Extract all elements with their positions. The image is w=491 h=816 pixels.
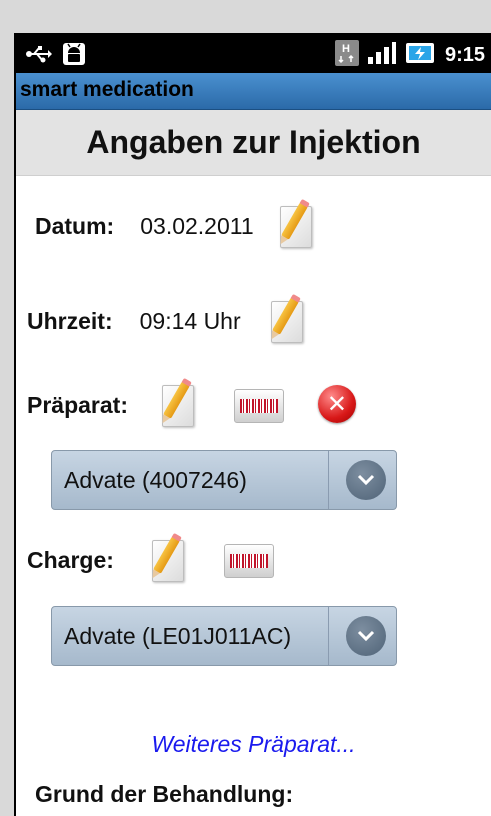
barcode-icon: [233, 389, 284, 423]
signal-icon: [367, 41, 397, 70]
batch-row: Charge:: [27, 536, 274, 584]
scan-preparation-button[interactable]: [232, 381, 284, 429]
barcode-icon: [223, 544, 274, 578]
preparation-label: Präparat:: [27, 391, 128, 418]
app-title: smart medication: [20, 78, 194, 101]
chevron-down-icon[interactable]: [346, 616, 386, 656]
preparation-selected-value: Advate (4007246): [64, 467, 247, 493]
time-label: Uhrzeit:: [27, 307, 113, 334]
status-bar: H 9:15: [16, 35, 491, 73]
time-value: 09:14 Uhr: [139, 307, 241, 334]
preparation-row: Präparat: ✕: [27, 381, 360, 429]
hspa-icon: H: [334, 40, 359, 71]
svg-text:H: H: [342, 43, 350, 55]
edit-preparation-button[interactable]: [158, 381, 202, 429]
chevron-down-icon[interactable]: [346, 460, 386, 500]
edit-time-button[interactable]: [267, 297, 311, 345]
batch-select[interactable]: Advate (LE01J011AC): [51, 606, 397, 666]
delete-preparation-button[interactable]: ✕: [316, 381, 360, 429]
edit-batch-button[interactable]: [148, 536, 192, 584]
date-label: Datum:: [35, 212, 115, 239]
clock: 9:15: [444, 44, 485, 66]
preparation-select[interactable]: Advate (4007246): [51, 450, 397, 510]
page-title: Angaben zur Injektion: [16, 110, 491, 176]
screen: H 9:15 smart medication Angaben zur Inje…: [16, 35, 491, 816]
app-title-bar: smart medication: [16, 73, 491, 110]
treatment-reason-label: Grund der Behandlung:: [35, 781, 294, 807]
add-preparation-link[interactable]: Weiteres Präparat...: [16, 731, 491, 758]
time-row: Uhrzeit: 09:14 Uhr: [27, 297, 311, 345]
android-debug-icon: [62, 41, 86, 72]
batch-selected-value: Advate (LE01J011AC): [64, 623, 292, 649]
delete-icon: ✕: [317, 385, 356, 423]
battery-charging-icon: [405, 41, 437, 70]
edit-date-button[interactable]: [276, 202, 320, 250]
batch-label: Charge:: [27, 546, 114, 573]
usb-icon: [26, 43, 52, 70]
date-row: Datum: 03.02.2011: [35, 202, 320, 250]
scan-batch-button[interactable]: [222, 536, 274, 584]
date-value: 03.02.2011: [140, 212, 254, 239]
